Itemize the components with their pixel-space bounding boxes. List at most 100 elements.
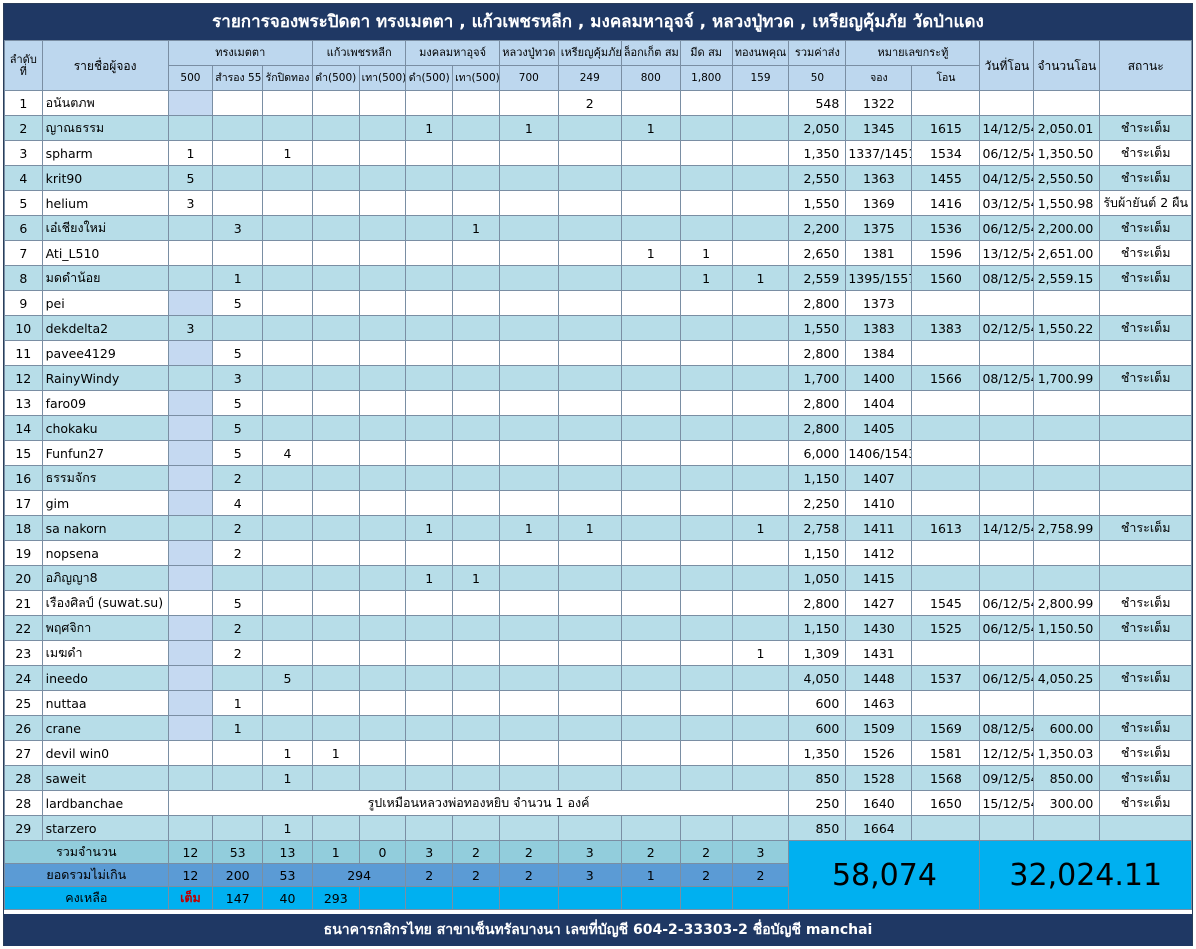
row-qty-c500 bbox=[167, 690, 214, 716]
row-status bbox=[1099, 490, 1192, 516]
row-qty-c159 bbox=[731, 740, 790, 766]
row-qty-dam1 bbox=[311, 815, 360, 841]
row-ticket-jong: 1373 bbox=[845, 290, 913, 316]
row-date bbox=[979, 340, 1035, 366]
row-number: 15 bbox=[4, 440, 43, 466]
row-status: ชำระเต็ม bbox=[1099, 240, 1192, 266]
row-qty-c800 bbox=[620, 315, 681, 341]
booking-rows: 1 อนันตภพ 2 548 1322 2 ญาณธรรม 1 1 1 2,050 1345 1615… bbox=[4, 90, 1192, 841]
row-qty-c500 bbox=[167, 815, 214, 841]
sub-700: 700 bbox=[498, 65, 559, 91]
row-amount bbox=[1033, 415, 1101, 441]
table-row: 19 nopsena 2 1,150 1412 bbox=[4, 540, 1192, 566]
row-status: ชำระเต็ม bbox=[1099, 790, 1192, 816]
row-qty-c700 bbox=[498, 465, 559, 491]
row-status: ชำระเต็ม bbox=[1099, 665, 1192, 691]
row-date: 08/12/54 bbox=[979, 365, 1035, 391]
row-name: nopsena bbox=[41, 540, 169, 566]
row-shipping: 1,150 bbox=[788, 615, 847, 641]
row-number: 5 bbox=[4, 190, 43, 216]
row-qty-c800 bbox=[620, 415, 681, 441]
row-shipping: 2,800 bbox=[788, 290, 847, 316]
row-qty-dam2 bbox=[405, 665, 454, 691]
row-qty-c500 bbox=[167, 540, 214, 566]
row-qty-dam1 bbox=[311, 240, 360, 266]
row-ticket-jong: 1415 bbox=[845, 565, 913, 591]
row-qty-dam2 bbox=[405, 90, 454, 116]
row-ticket-on bbox=[911, 90, 981, 116]
row-status: ชำระเต็ม bbox=[1099, 740, 1192, 766]
row-qty-thao2 bbox=[452, 440, 500, 466]
row-qty-c159 bbox=[731, 190, 790, 216]
row-qty-rak bbox=[262, 690, 313, 716]
row-qty-thao2 bbox=[452, 190, 500, 216]
row-qty-c500 bbox=[167, 440, 214, 466]
row-qty-c700: 1 bbox=[498, 515, 559, 541]
row-qty-rak bbox=[262, 640, 313, 666]
row-date: 08/12/54 bbox=[979, 715, 1035, 741]
row-qty-c500: 3 bbox=[167, 315, 214, 341]
row-qty-c700 bbox=[498, 715, 559, 741]
row-qty-c1800 bbox=[679, 565, 733, 591]
row-qty-c500: 3 bbox=[167, 190, 214, 216]
row-qty-thao2 bbox=[452, 365, 500, 391]
row-qty-dam1 bbox=[311, 565, 360, 591]
row-qty-c1800 bbox=[679, 390, 733, 416]
grand-amount-total: 32,024.11 bbox=[979, 840, 1192, 910]
row-shipping: 548 bbox=[788, 90, 847, 116]
row-date bbox=[979, 565, 1035, 591]
row-qty-dam1 bbox=[311, 165, 360, 191]
row-shipping: 6,000 bbox=[788, 440, 847, 466]
bank-footer: ธนาคารกสิกรไทย สาขาเซ็นทรัลบางนา เลขที่บ… bbox=[4, 914, 1192, 946]
row-qty-rak: 4 bbox=[262, 440, 313, 466]
row-qty-dam2 bbox=[405, 765, 454, 791]
row-qty-c800: 1 bbox=[620, 240, 681, 266]
row-qty-thao1 bbox=[358, 690, 407, 716]
row-qty-thao2 bbox=[452, 240, 500, 266]
row-name: lardbanchae bbox=[41, 790, 169, 816]
row-ticket-jong: 1363 bbox=[845, 165, 913, 191]
row-status: ชำระเต็ม bbox=[1099, 765, 1192, 791]
row-qty-dam2 bbox=[405, 690, 454, 716]
row-qty-c249 bbox=[557, 415, 622, 441]
row-amount: 1,350.50 bbox=[1033, 140, 1101, 166]
table-row: 29 starzero 1 850 1664 bbox=[4, 815, 1192, 841]
row-qty-thao1 bbox=[358, 415, 407, 441]
row-date bbox=[979, 90, 1035, 116]
col-amount-header: จำนวนโอน bbox=[1033, 40, 1101, 91]
row-qty-c550: 3 bbox=[212, 365, 264, 391]
row-shipping: 2,800 bbox=[788, 415, 847, 441]
row-amount bbox=[1033, 465, 1101, 491]
row-qty-c1800 bbox=[679, 665, 733, 691]
row-qty-dam1 bbox=[311, 540, 360, 566]
row-qty-c800 bbox=[620, 265, 681, 291]
row-qty-c159 bbox=[731, 115, 790, 141]
row-qty-c159 bbox=[731, 765, 790, 791]
row-qty-thao1 bbox=[358, 765, 407, 791]
row-qty-c249 bbox=[557, 290, 622, 316]
row-amount: 300.00 bbox=[1033, 790, 1101, 816]
row-status: ชำระเต็ม bbox=[1099, 715, 1192, 741]
row-qty-c1800 bbox=[679, 765, 733, 791]
row-qty-c249 bbox=[557, 190, 622, 216]
row-qty-c249 bbox=[557, 265, 622, 291]
row-ticket-on: 1560 bbox=[911, 265, 981, 291]
row-qty-dam1 bbox=[311, 615, 360, 641]
row-date bbox=[979, 390, 1035, 416]
row-qty-c800 bbox=[620, 490, 681, 516]
row-qty-thao1 bbox=[358, 565, 407, 591]
row-qty-c1800 bbox=[679, 540, 733, 566]
row-number: 23 bbox=[4, 640, 43, 666]
row-qty-thao1 bbox=[358, 340, 407, 366]
col-locket: ล็อกเก็ต สม bbox=[620, 40, 681, 66]
row-number: 21 bbox=[4, 590, 43, 616]
row-qty-c1800 bbox=[679, 440, 733, 466]
row-qty-rak bbox=[262, 265, 313, 291]
row-number: 29 bbox=[4, 815, 43, 841]
row-date bbox=[979, 490, 1035, 516]
row-status bbox=[1099, 565, 1192, 591]
row-ticket-jong: 1640 bbox=[845, 790, 913, 816]
row-amount bbox=[1033, 440, 1101, 466]
row-shipping: 2,758 bbox=[788, 515, 847, 541]
row-amount bbox=[1033, 540, 1101, 566]
